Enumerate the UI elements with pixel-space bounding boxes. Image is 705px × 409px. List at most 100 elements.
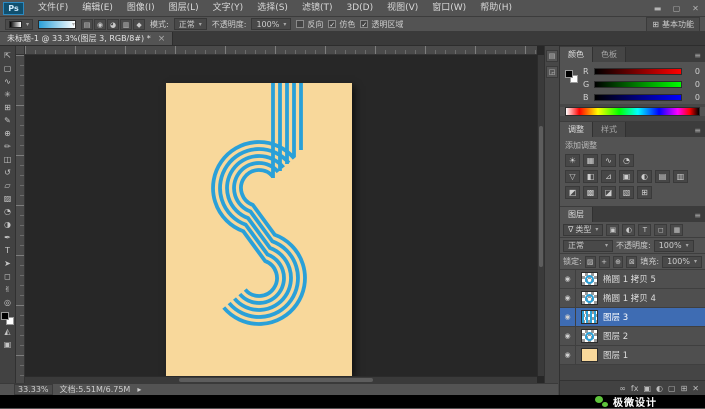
channel-mixer-adjustment-icon[interactable]: ▤ — [655, 170, 670, 183]
lock-image-pixels-icon[interactable]: + — [598, 255, 610, 268]
layer-thumbnail[interactable] — [581, 348, 598, 362]
tab-styles[interactable]: 样式 — [593, 122, 626, 137]
menu-help[interactable]: 帮助(H) — [473, 0, 519, 17]
menu-window[interactable]: 窗口(W) — [425, 0, 473, 17]
canvas-area[interactable] — [16, 46, 544, 395]
layer-row[interactable]: ◉ 图层 1 — [560, 346, 705, 365]
new-group-icon[interactable]: ▢ — [668, 384, 676, 393]
spot-healing-tool[interactable]: ⊕ — [0, 127, 16, 140]
dodge-tool[interactable]: ◑ — [0, 218, 16, 231]
brightness-contrast-adjustment-icon[interactable]: ☀ — [565, 154, 580, 167]
blue-slider[interactable] — [594, 94, 682, 101]
quick-selection-tool[interactable]: ✳ — [0, 88, 16, 101]
close-button[interactable]: ✕ — [686, 0, 705, 17]
lock-all-icon[interactable]: ⊠ — [626, 255, 638, 268]
layer-row[interactable]: ◉ 椭圆 1 拷贝 5 — [560, 270, 705, 289]
transparency-checkbox[interactable]: ✓ 透明区域 — [360, 19, 403, 30]
panel-menu-icon[interactable]: ≡ — [690, 126, 705, 137]
layer-row[interactable]: ◉ 椭圆 1 拷贝 4 — [560, 289, 705, 308]
panel-menu-icon[interactable]: ≡ — [690, 211, 705, 222]
eraser-tool[interactable]: ▱ — [0, 179, 16, 192]
vibrance-adjustment-icon[interactable]: ▽ — [565, 170, 580, 183]
type-tool[interactable]: T — [0, 244, 16, 257]
menu-filter[interactable]: 滤镜(T) — [295, 0, 340, 17]
lock-transparent-pixels-icon[interactable]: ▨ — [584, 255, 596, 268]
selective-color-adjustment-icon[interactable]: ⊞ — [637, 186, 652, 199]
menu-type[interactable]: 文字(Y) — [206, 0, 251, 17]
menu-view[interactable]: 视图(V) — [380, 0, 425, 17]
tool-preset-picker[interactable]: ▾ — [5, 18, 34, 30]
add-layer-mask-icon[interactable]: ▣ — [643, 384, 651, 393]
red-slider[interactable] — [594, 68, 682, 75]
brush-tool[interactable]: ✏ — [0, 140, 16, 153]
visibility-eye-icon[interactable]: ◉ — [560, 289, 576, 307]
path-selection-tool[interactable]: ➤ — [0, 257, 16, 270]
black-white-adjustment-icon[interactable]: ▣ — [619, 170, 634, 183]
reflected-gradient-icon[interactable]: ▥ — [120, 18, 133, 30]
levels-adjustment-icon[interactable]: ▦ — [583, 154, 598, 167]
layer-row[interactable]: ◉ 图层 2 — [560, 327, 705, 346]
invert-adjustment-icon[interactable]: ◩ — [565, 186, 580, 199]
zoom-tool[interactable]: ◎ — [0, 296, 16, 309]
green-slider[interactable] — [594, 81, 682, 88]
shape-tool[interactable]: ◻ — [0, 270, 16, 283]
zoom-level[interactable]: 33.33% — [14, 384, 53, 395]
visibility-eye-icon[interactable]: ◉ — [560, 346, 576, 364]
close-icon[interactable]: × — [158, 34, 166, 44]
history-panel-icon[interactable]: ▤ — [546, 50, 558, 62]
mode-select[interactable]: 正常 ▾ — [173, 18, 207, 30]
layer-thumbnail[interactable] — [581, 272, 598, 286]
visibility-eye-icon[interactable]: ◉ — [560, 270, 576, 288]
curves-adjustment-icon[interactable]: ∿ — [601, 154, 616, 167]
tab-adjustments[interactable]: 调整 — [560, 122, 593, 137]
tab-layers[interactable]: 图层 — [560, 207, 593, 222]
posterize-adjustment-icon[interactable]: ▩ — [583, 186, 598, 199]
filter-pixel-layers-icon[interactable]: ▣ — [606, 223, 620, 236]
dither-checkbox[interactable]: ✓ 仿色 — [328, 19, 355, 30]
layer-opacity-select[interactable]: 100% ▾ — [653, 239, 694, 252]
scrollbar-thumb[interactable] — [178, 378, 374, 382]
blur-tool[interactable]: ◔ — [0, 205, 16, 218]
crop-tool[interactable]: ⊞ — [0, 101, 16, 114]
color-panel-swatches[interactable] — [565, 70, 578, 83]
blend-mode-select[interactable]: 正常 ▾ — [563, 239, 613, 252]
color-lookup-adjustment-icon[interactable]: ▥ — [673, 170, 688, 183]
threshold-adjustment-icon[interactable]: ◪ — [601, 186, 616, 199]
exposure-adjustment-icon[interactable]: ◔ — [619, 154, 634, 167]
color-spectrum-ramp[interactable] — [565, 107, 700, 116]
panel-menu-icon[interactable]: ≡ — [690, 51, 705, 62]
artboard[interactable] — [166, 83, 352, 376]
reverse-checkbox[interactable]: 反向 — [296, 19, 323, 30]
lasso-tool[interactable]: ∿ — [0, 75, 16, 88]
tab-swatches[interactable]: 色板 — [593, 47, 626, 62]
filter-adjustment-layers-icon[interactable]: ◐ — [622, 223, 636, 236]
gradient-map-adjustment-icon[interactable]: ▧ — [619, 186, 634, 199]
layer-style-fx-icon[interactable]: fx — [631, 384, 639, 393]
gradient-preview[interactable]: ▾ — [38, 19, 77, 29]
tab-color[interactable]: 颜色 — [560, 47, 593, 62]
menu-edit[interactable]: 编辑(E) — [75, 0, 120, 17]
menu-3d[interactable]: 3D(D) — [339, 0, 380, 17]
status-expander-icon[interactable]: ▸ — [137, 385, 141, 394]
history-brush-tool[interactable]: ↺ — [0, 166, 16, 179]
eyedropper-tool[interactable]: ✎ — [0, 114, 16, 127]
linear-gradient-icon[interactable]: ▤ — [81, 18, 94, 30]
properties-panel-icon[interactable]: ◲ — [546, 66, 558, 78]
scrollbar-thumb[interactable] — [539, 125, 543, 267]
clone-stamp-tool[interactable]: ◫ — [0, 153, 16, 166]
filter-type-layers-icon[interactable]: T — [638, 223, 652, 236]
document-tab[interactable]: 未标题-1 @ 33.3%(图层 3, RGB/8#) * × — [0, 32, 174, 45]
layer-thumbnail[interactable] — [581, 329, 598, 343]
layer-thumbnail[interactable] — [581, 310, 598, 324]
move-tool[interactable]: ⇱ — [0, 49, 16, 62]
menu-select[interactable]: 选择(S) — [250, 0, 295, 17]
opacity-select[interactable]: 100% ▾ — [251, 18, 292, 30]
hand-tool[interactable]: ✌ — [0, 283, 16, 296]
foreground-color-swatch[interactable] — [565, 70, 573, 78]
fill-select[interactable]: 100% ▾ — [662, 255, 702, 268]
screen-mode-button[interactable]: ▣ — [0, 338, 16, 351]
new-adjustment-layer-icon[interactable]: ◐ — [656, 384, 663, 393]
delete-layer-icon[interactable]: ✕ — [692, 384, 699, 393]
visibility-eye-icon[interactable]: ◉ — [560, 308, 576, 326]
maximize-button[interactable]: ▢ — [667, 0, 686, 17]
